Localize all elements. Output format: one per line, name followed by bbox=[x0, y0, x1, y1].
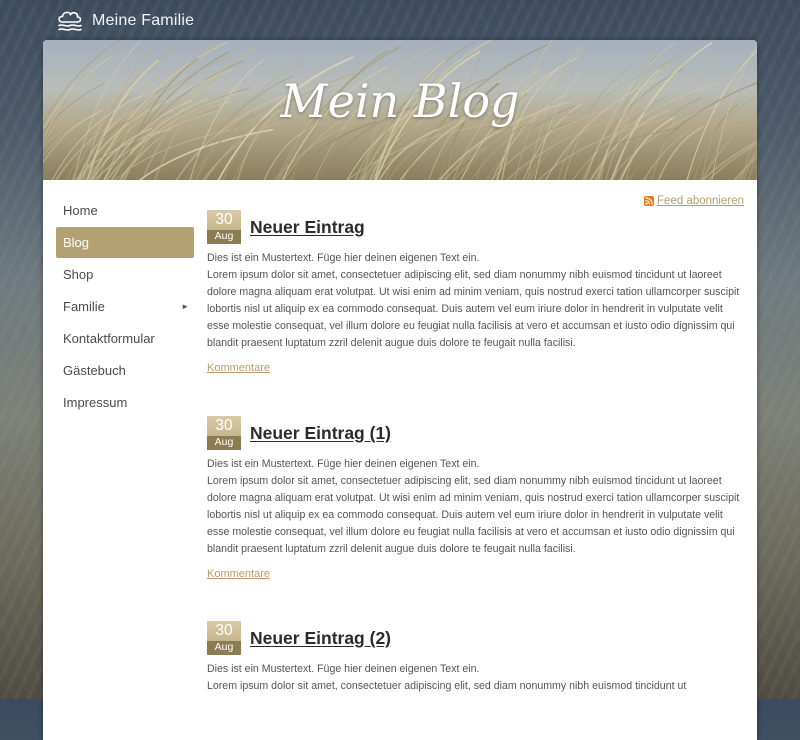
date-day: 30 bbox=[207, 210, 241, 230]
date-badge: 30 Aug bbox=[207, 416, 241, 450]
site-name-link[interactable]: Meine Familie bbox=[92, 12, 194, 30]
entry-title-link[interactable]: Neuer Eintrag (1) bbox=[250, 423, 391, 444]
sidebar-item-label: Blog bbox=[63, 235, 90, 250]
header-banner: Mein Blog bbox=[43, 40, 757, 180]
blog-entry: 30 Aug Neuer Eintrag (2) Dies ist ein Mu… bbox=[207, 621, 744, 695]
sidebar-nav: Home Blog Shop Familie ► Kontaktformular … bbox=[56, 195, 194, 419]
entry-body: Dies ist ein Mustertext. Füge hier deine… bbox=[207, 661, 744, 695]
entry-body: Dies ist ein Mustertext. Füge hier deine… bbox=[207, 456, 744, 558]
sidebar-item-blog[interactable]: Blog bbox=[56, 227, 194, 258]
page-container: Mein Blog Home Blog Shop Familie ► Kontak… bbox=[43, 40, 757, 740]
entry-title-link[interactable]: Neuer Eintrag bbox=[250, 217, 365, 238]
sidebar-item-impressum[interactable]: Impressum bbox=[56, 387, 194, 418]
sidebar-item-label: Kontaktformular bbox=[63, 331, 155, 346]
sidebar-item-kontaktformular[interactable]: Kontaktformular bbox=[56, 323, 194, 354]
sidebar-item-label: Gästebuch bbox=[63, 363, 126, 378]
feed-label: Feed abonnieren bbox=[657, 195, 744, 207]
date-badge: 30 Aug bbox=[207, 210, 241, 244]
feed-subscribe-link[interactable]: Feed abonnieren bbox=[644, 195, 744, 207]
cloud-waves-icon[interactable] bbox=[56, 9, 84, 33]
site-header: Meine Familie bbox=[56, 6, 194, 36]
entry-title-link[interactable]: Neuer Eintrag (2) bbox=[250, 628, 391, 649]
date-month: Aug bbox=[207, 436, 241, 450]
sidebar-item-label: Shop bbox=[63, 267, 94, 282]
sidebar-item-label: Impressum bbox=[63, 395, 128, 410]
comments-link[interactable]: Kommentare bbox=[207, 568, 270, 580]
triangle-right-icon: ► bbox=[181, 302, 189, 311]
entry-text: Lorem ipsum dolor sit amet, consectetuer… bbox=[207, 680, 687, 692]
banner-title: Mein Blog bbox=[280, 74, 520, 128]
blog-entry: 30 Aug Neuer Eintrag (1) Dies ist ein Mu… bbox=[207, 416, 744, 582]
rss-icon bbox=[644, 196, 655, 206]
date-day: 30 bbox=[207, 416, 241, 436]
comments-link[interactable]: Kommentare bbox=[207, 362, 270, 374]
date-month: Aug bbox=[207, 641, 241, 655]
sidebar-item-label: Familie bbox=[63, 299, 105, 314]
entry-intro: Dies ist ein Mustertext. Füge hier deine… bbox=[207, 252, 480, 264]
sidebar-item-home[interactable]: Home bbox=[56, 195, 194, 226]
date-day: 30 bbox=[207, 621, 241, 641]
sidebar-item-shop[interactable]: Shop bbox=[56, 259, 194, 290]
entry-text: Lorem ipsum dolor sit amet, consectetuer… bbox=[207, 475, 740, 555]
entry-intro: Dies ist ein Mustertext. Füge hier deine… bbox=[207, 458, 480, 470]
sidebar-item-label: Home bbox=[63, 203, 98, 218]
sidebar-item-familie[interactable]: Familie ► bbox=[56, 291, 194, 322]
date-month: Aug bbox=[207, 230, 241, 244]
date-badge: 30 Aug bbox=[207, 621, 241, 655]
entry-text: Lorem ipsum dolor sit amet, consectetuer… bbox=[207, 269, 740, 349]
entry-intro: Dies ist ein Mustertext. Füge hier deine… bbox=[207, 663, 480, 675]
sidebar-item-gaestebuch[interactable]: Gästebuch bbox=[56, 355, 194, 386]
blog-entry: 30 Aug Neuer Eintrag Dies ist ein Muster… bbox=[207, 210, 744, 376]
entry-body: Dies ist ein Mustertext. Füge hier deine… bbox=[207, 250, 744, 352]
